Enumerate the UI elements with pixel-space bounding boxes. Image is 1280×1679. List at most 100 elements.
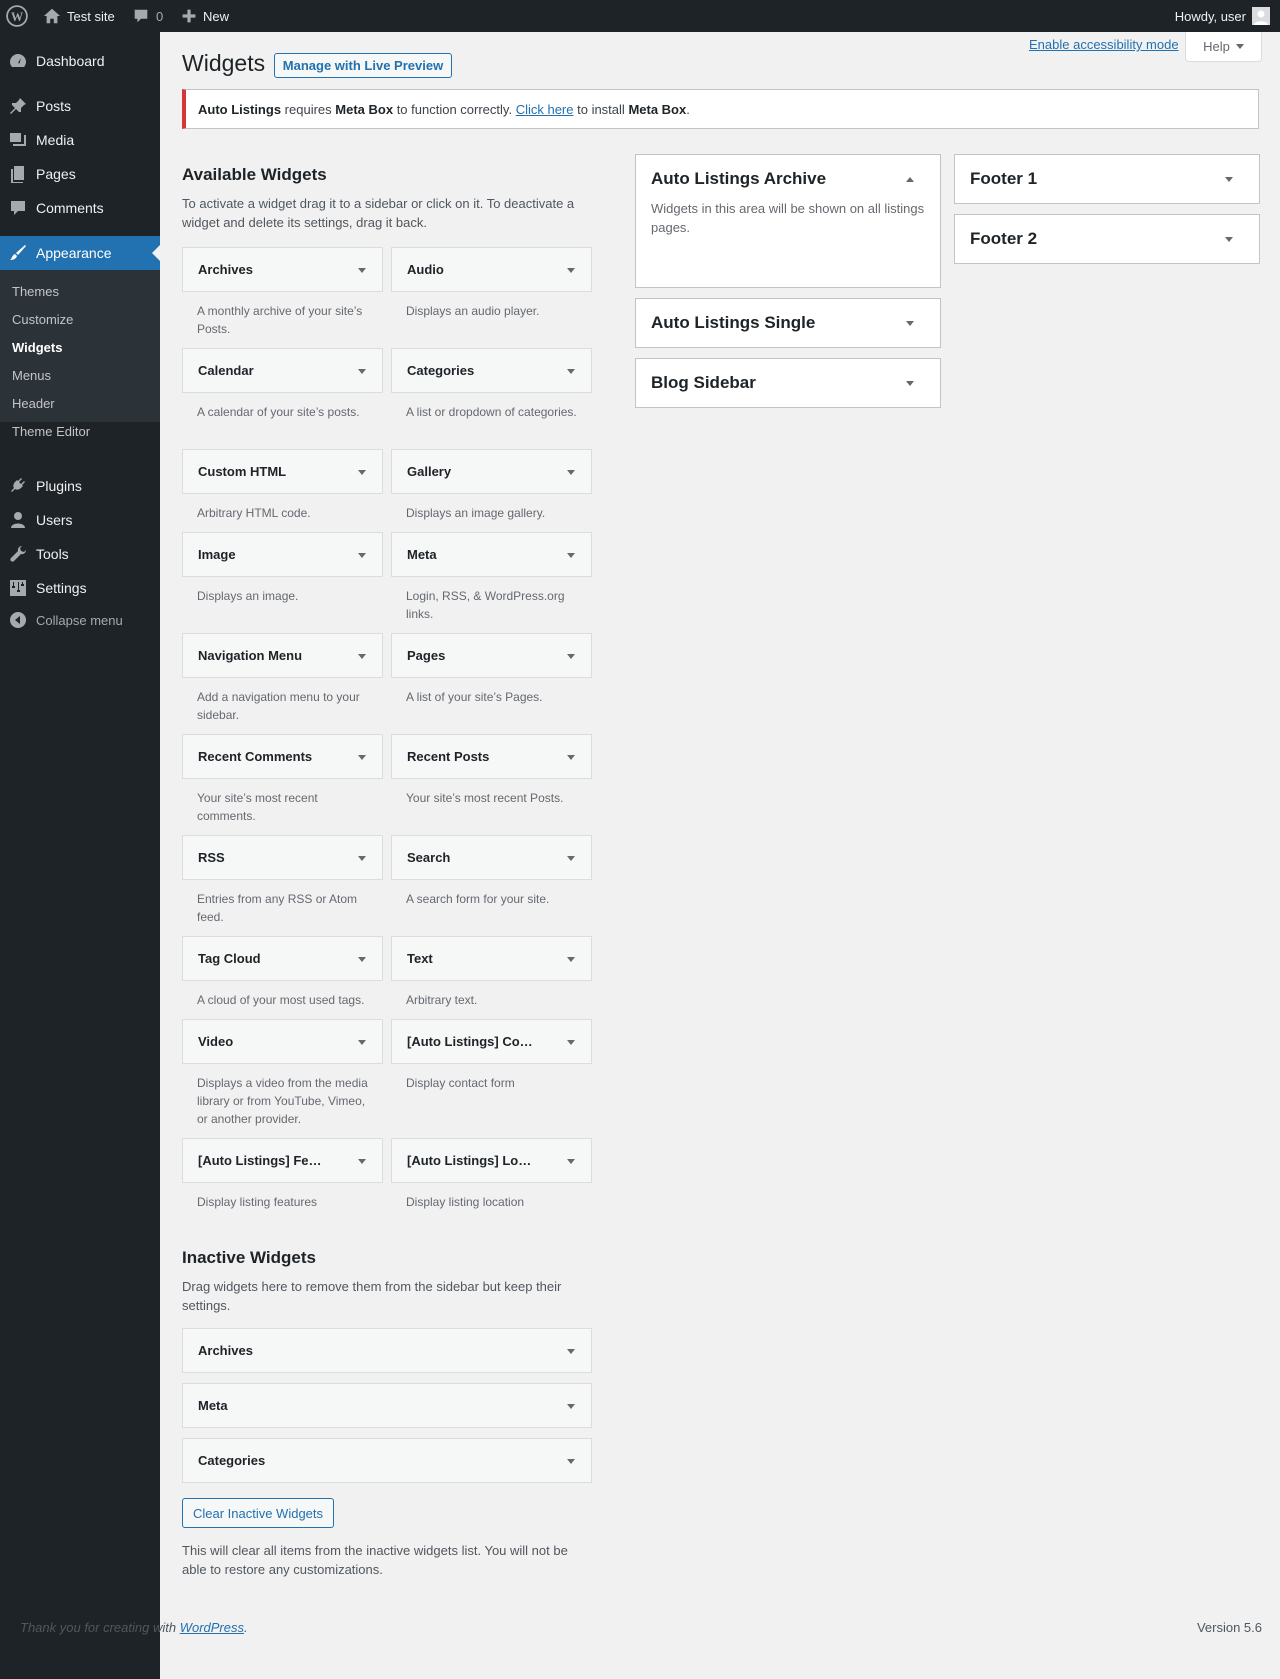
pushpin-icon [10,98,26,114]
chevron-down-icon[interactable] [567,470,575,475]
submenu-theme-editor[interactable]: Theme Editor [12,424,90,439]
paintbrush-icon [10,245,26,260]
chevron-down-icon[interactable] [358,268,366,273]
sidebar-auto-listings-single[interactable]: Auto Listings Single [635,298,941,348]
widget-description: Login, RSS, & WordPress.org links. [406,589,565,621]
chevron-down-icon[interactable] [1225,237,1233,242]
chevron-down-icon[interactable] [358,755,366,760]
accessibility-mode-link[interactable]: Enable accessibility mode [1029,37,1179,52]
site-name-link[interactable]: Test site [43,0,115,32]
inactive-widget-item[interactable]: Meta [182,1383,592,1428]
chevron-down-icon[interactable] [567,1159,575,1164]
chevron-down-icon[interactable] [567,1349,575,1354]
widget-item[interactable]: Video [182,1019,383,1064]
widget-item[interactable]: Categories [391,348,592,393]
chevron-down-icon[interactable] [567,856,575,861]
widget-item[interactable]: Search [391,835,592,880]
chevron-down-icon[interactable] [358,654,366,659]
menu-media[interactable]: Media [0,123,160,157]
widget-title: Custom HTML [198,464,287,479]
chevron-down-icon[interactable] [906,321,914,326]
widget-description: Add a navigation menu to your sidebar. [197,690,360,722]
new-content-link[interactable]: New [181,0,229,32]
widget-item[interactable]: Meta [391,532,592,577]
sidebar-footer-2[interactable]: Footer 2 [954,214,1260,264]
widget-item[interactable]: Audio [391,247,592,292]
sidebar-auto-listings-archive[interactable]: Auto Listings Archive Widgets in this ar… [635,154,941,288]
chevron-down-icon[interactable] [567,1404,575,1409]
avatar [1252,7,1270,25]
widget-item[interactable]: RSS [182,835,383,880]
menu-dashboard[interactable]: Dashboard [0,44,160,78]
help-tab-button[interactable]: Help [1185,32,1262,62]
widget-item[interactable]: Gallery [391,449,592,494]
widget-item[interactable]: Tag Cloud [182,936,383,981]
widget-item[interactable]: Image [182,532,383,577]
chevron-down-icon[interactable] [567,369,575,374]
menu-settings[interactable]: Settings [0,571,160,605]
chevron-down-icon[interactable] [358,957,366,962]
sidebar-footer-1[interactable]: Footer 1 [954,154,1260,204]
chevron-up-icon[interactable] [906,177,914,182]
submenu-themes[interactable]: Themes [12,284,59,299]
collapse-menu-button[interactable]: Collapse menu [0,603,160,637]
chevron-down-icon[interactable] [567,957,575,962]
chevron-down-icon[interactable] [358,470,366,475]
dashboard-gauge-icon [10,54,26,67]
my-account-link[interactable]: Howdy, user [1175,0,1270,32]
widget-description: Your site’s most recent comments. [197,791,318,823]
live-preview-button[interactable]: Manage with Live Preview [274,53,452,78]
widget-title: Video [198,1034,234,1049]
widget-description: Display listing features [197,1195,318,1209]
chevron-down-icon[interactable] [567,1040,575,1045]
chevron-down-icon[interactable] [567,1459,575,1464]
menu-tools[interactable]: Tools [0,537,160,571]
menu-plugins[interactable]: Plugins [0,469,160,503]
chevron-down-icon[interactable] [358,1159,366,1164]
menu-users[interactable]: Users [0,503,160,537]
widget-description: Display contact form [406,1076,515,1090]
chevron-down-icon[interactable] [906,381,914,386]
chevron-down-icon[interactable] [358,1040,366,1045]
menu-pages[interactable]: Pages [0,157,160,191]
widget-item[interactable]: Recent Comments [182,734,383,779]
chevron-down-icon[interactable] [358,856,366,861]
submenu-menus[interactable]: Menus [12,368,51,383]
chevron-down-icon[interactable] [567,553,575,558]
widget-title: Search [407,850,451,865]
chevron-down-icon[interactable] [358,369,366,374]
inactive-widget-item[interactable]: Archives [182,1328,592,1373]
widget-item[interactable]: [Auto Listings] Co… [391,1019,592,1064]
widget-item[interactable]: Recent Posts [391,734,592,779]
submenu-header[interactable]: Header [12,396,55,411]
submenu-widgets[interactable]: Widgets [12,340,62,355]
comments-link[interactable]: 0 [132,0,163,32]
available-widgets-heading: Available Widgets [182,165,327,184]
chevron-down-icon[interactable] [567,268,575,273]
sidebar-blog[interactable]: Blog Sidebar [635,358,941,408]
widget-item[interactable]: Navigation Menu [182,633,383,678]
chevron-down-icon[interactable] [567,755,575,760]
inactive-widget-item[interactable]: Categories [182,1438,592,1483]
menu-appearance[interactable]: Appearance [0,236,160,270]
widget-description: A list or dropdown of categories. [406,405,577,419]
widget-item[interactable]: Archives [182,247,383,292]
widget-item[interactable]: Text [391,936,592,981]
widget-item[interactable]: [Auto Listings] Lo… [391,1138,592,1183]
wordpress-logo-icon[interactable]: W [6,0,28,32]
menu-comments[interactable]: Comments [0,191,160,225]
chevron-down-icon[interactable] [567,654,575,659]
widget-item[interactable]: Calendar [182,348,383,393]
widget-description: Arbitrary text. [406,993,478,1007]
widget-item[interactable]: Custom HTML [182,449,383,494]
widget-item[interactable]: [Auto Listings] Fe… [182,1138,383,1183]
chevron-down-icon[interactable] [358,553,366,558]
wordpress-link[interactable]: WordPress [180,1620,244,1635]
widget-description: A monthly archive of your site’s Posts. [197,304,363,336]
clear-inactive-widgets-button[interactable]: Clear Inactive Widgets [182,1498,334,1528]
widget-item[interactable]: Pages [391,633,592,678]
menu-posts[interactable]: Posts [0,89,160,123]
submenu-customize[interactable]: Customize [12,312,73,327]
chevron-down-icon[interactable] [1225,177,1233,182]
install-link[interactable]: Click here [516,102,574,117]
